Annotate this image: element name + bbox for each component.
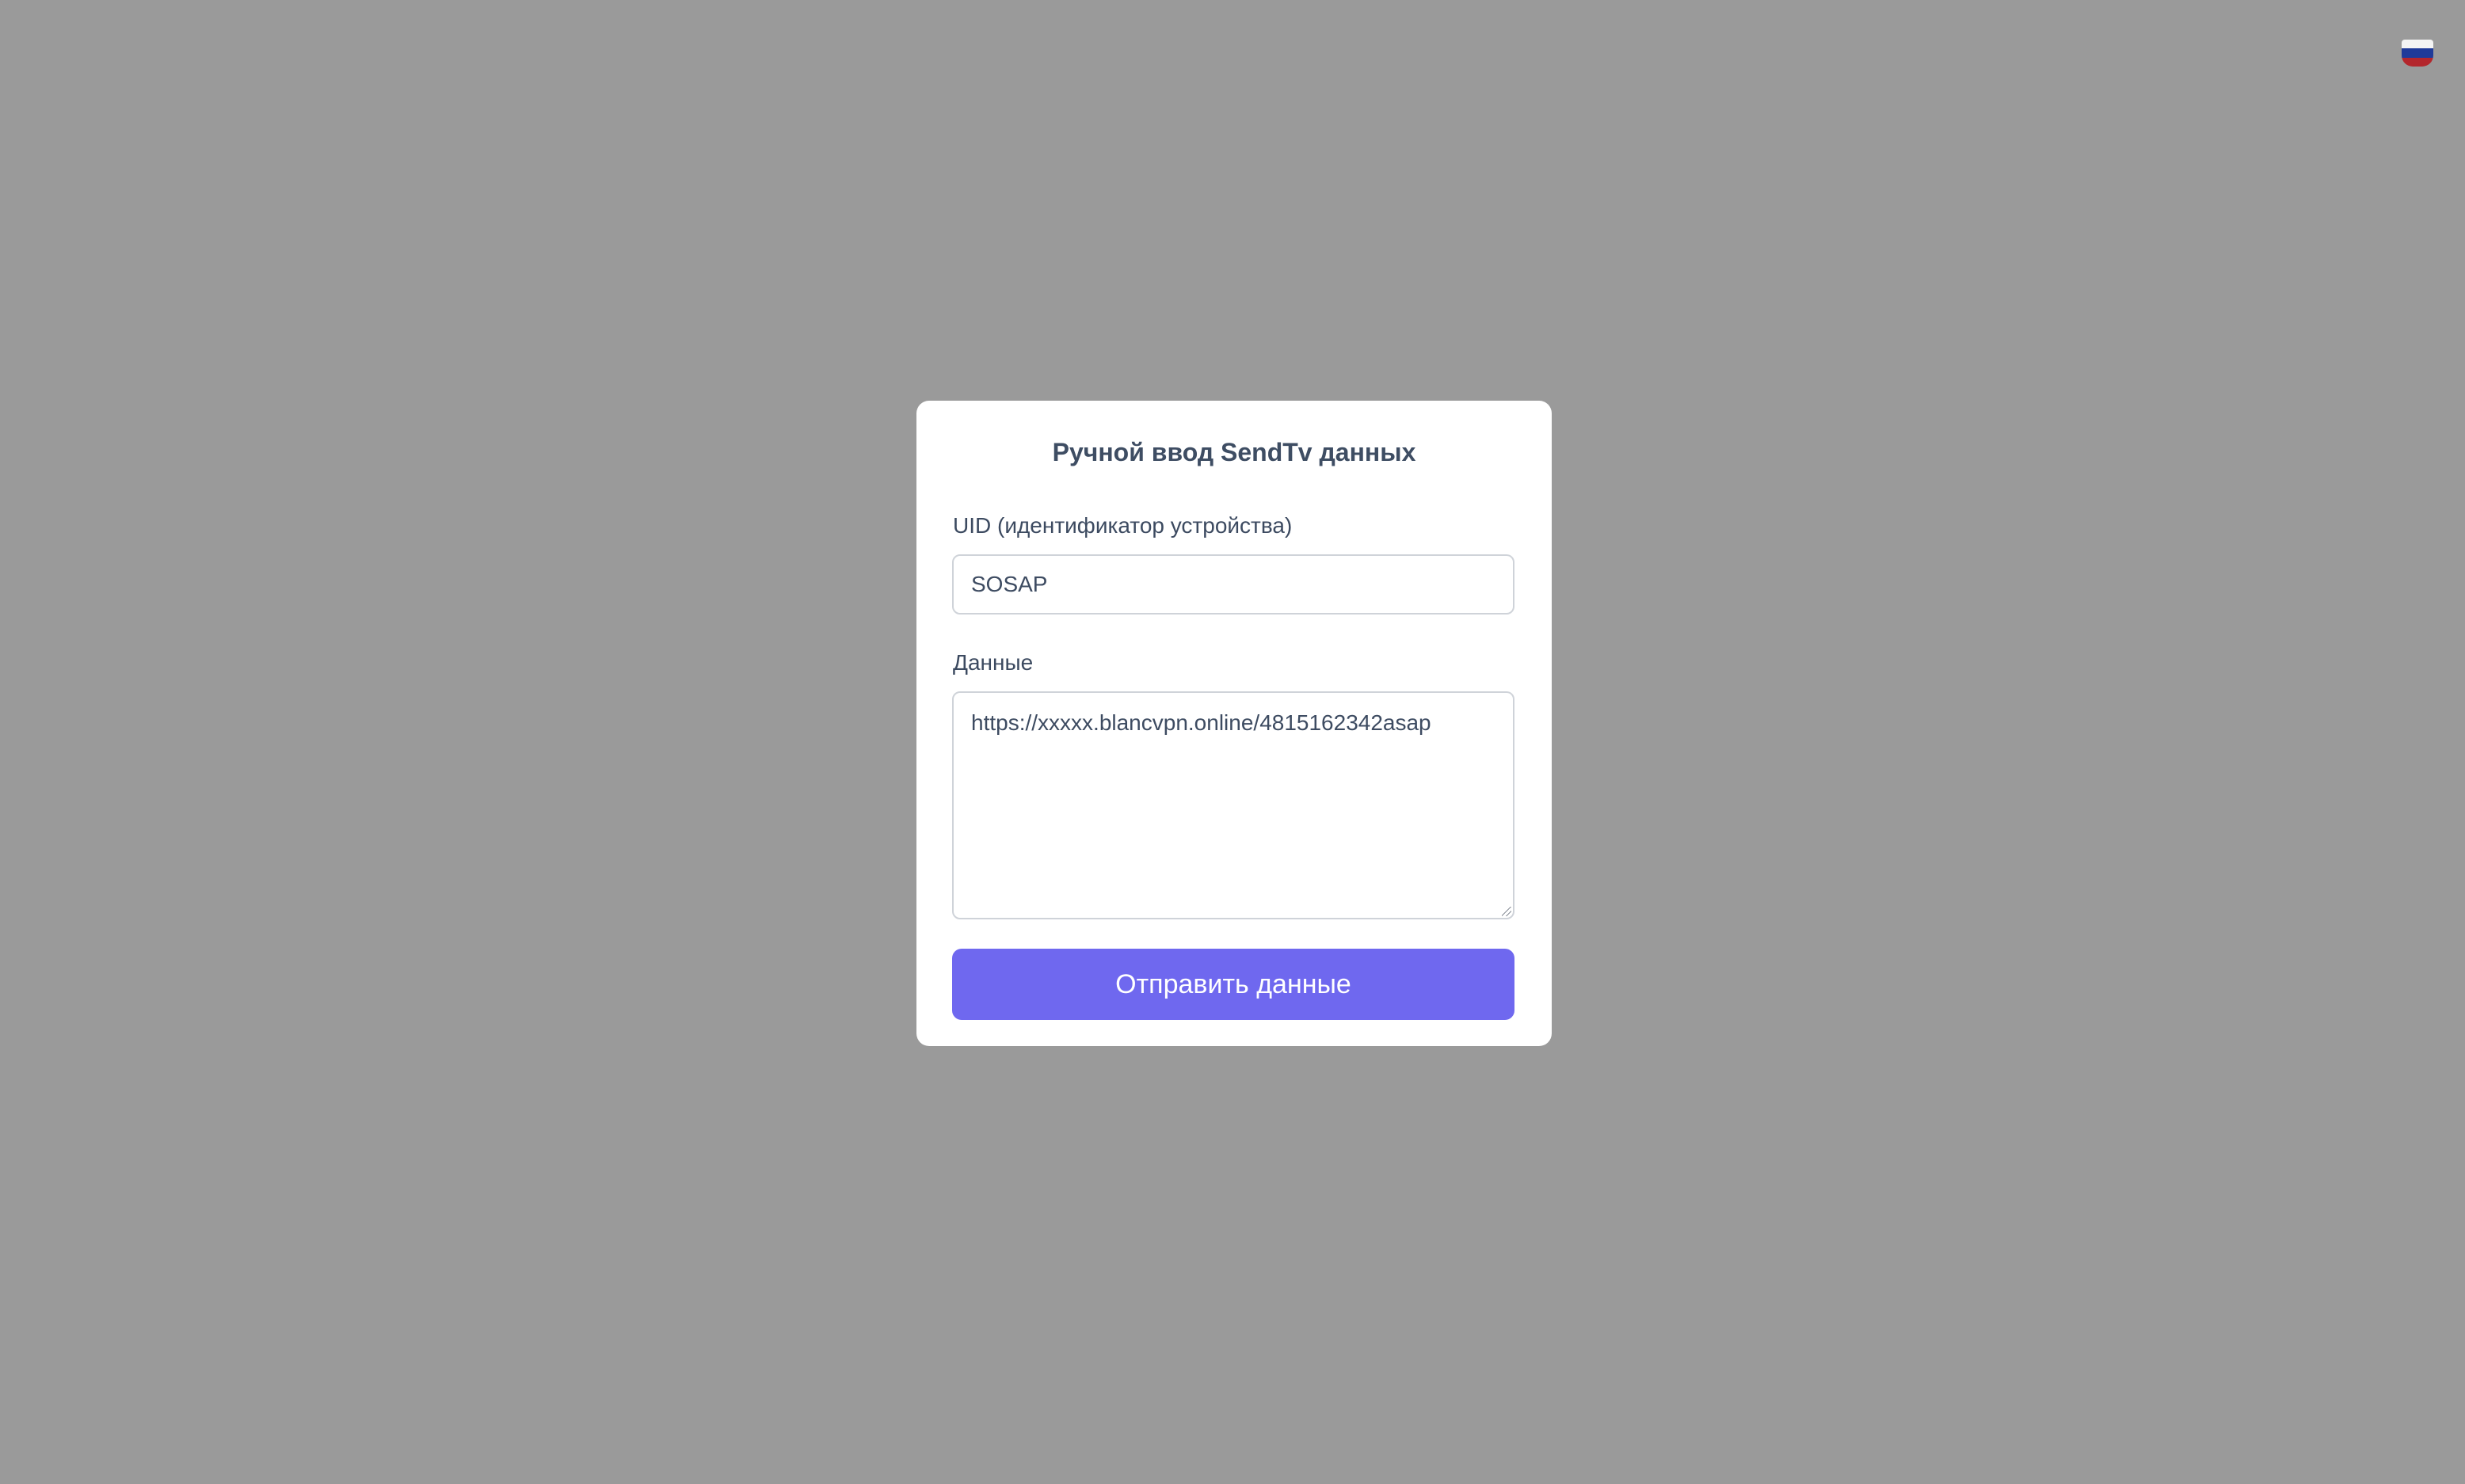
sendtv-manual-entry-dialog: Ручной ввод SendTv данных UID (идентифик… bbox=[916, 401, 1552, 1046]
textarea-resize-handle[interactable] bbox=[1502, 907, 1511, 916]
russia-flag-icon[interactable] bbox=[2402, 40, 2433, 67]
uid-input[interactable] bbox=[952, 554, 1514, 615]
submit-data-button[interactable]: Отправить данные bbox=[952, 949, 1514, 1020]
data-textarea[interactable]: https://xxxxx.blancvpn.online/4815162342… bbox=[952, 691, 1514, 919]
flag-white-stripe bbox=[2402, 40, 2433, 49]
data-label: Данные bbox=[953, 650, 1034, 675]
flag-blue-stripe bbox=[2402, 48, 2433, 58]
uid-label: UID (идентификатор устройства) bbox=[953, 513, 1293, 538]
dialog-title: Ручной ввод SendTv данных bbox=[1052, 438, 1416, 466]
